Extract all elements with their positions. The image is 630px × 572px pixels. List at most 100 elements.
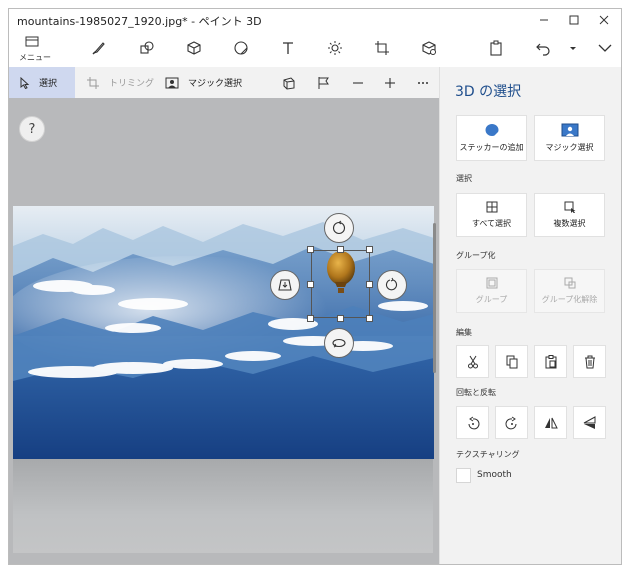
flag-icon xyxy=(318,76,329,89)
undo-icon xyxy=(536,43,550,56)
text-tool-button[interactable] xyxy=(274,35,302,61)
selection-subtoolbar: 選択 トリミング マジック選択 xyxy=(9,67,439,98)
main-toolbar: メニュー xyxy=(9,31,621,67)
stickers-icon xyxy=(234,41,248,55)
minimize-icon xyxy=(540,19,548,21)
minimize-button[interactable] xyxy=(529,9,559,31)
select-all-icon xyxy=(486,201,497,213)
resize-handle-top-left[interactable] xyxy=(307,246,314,253)
paste-icon xyxy=(545,354,556,368)
canvas-area[interactable]: ? xyxy=(9,98,439,564)
resize-handle-top[interactable] xyxy=(337,246,344,253)
ungroup-icon xyxy=(564,277,575,289)
add-sticker-button[interactable]: ステッカーの追加 xyxy=(456,115,527,161)
select-all-button[interactable]: すべて選択 xyxy=(456,193,527,237)
resize-handle-left[interactable] xyxy=(307,281,314,288)
group-button[interactable]: グループ xyxy=(456,269,527,313)
copy-button[interactable] xyxy=(495,345,528,378)
expand-chevron-icon xyxy=(598,44,612,52)
smooth-label: Smooth xyxy=(477,470,512,480)
expand-panel-button[interactable] xyxy=(591,35,619,61)
text-icon xyxy=(283,42,293,54)
3d-view-button[interactable] xyxy=(282,67,296,98)
resize-handle-bottom-right[interactable] xyxy=(366,315,373,322)
more-chevron-icon xyxy=(570,47,576,50)
push-depth-control[interactable] xyxy=(270,270,300,300)
selection-box[interactable] xyxy=(311,250,370,318)
2d-shapes-button[interactable] xyxy=(133,35,161,61)
rotate-right-button[interactable] xyxy=(495,406,528,439)
undo-button[interactable] xyxy=(529,35,557,61)
group-section-label: グループ化 xyxy=(456,251,496,260)
magic-select-tool-label: マジック選択 xyxy=(188,79,243,89)
resize-handle-bottom-left[interactable] xyxy=(307,315,314,322)
rotate-left-button[interactable] xyxy=(456,406,489,439)
add-sticker-label: ステッカーの追加 xyxy=(459,143,524,152)
3d-view-icon xyxy=(283,76,295,90)
depth-icon xyxy=(278,279,292,291)
rotate-x-control[interactable] xyxy=(324,328,354,358)
crop-tool-button[interactable]: トリミング xyxy=(87,67,154,98)
ungroup-button[interactable]: グループ化解除 xyxy=(534,269,605,313)
magic-select-tool-button[interactable]: マジック選択 xyxy=(165,67,242,98)
maximize-button[interactable] xyxy=(559,9,589,31)
rotate-y-control[interactable] xyxy=(377,270,407,300)
delete-button[interactable] xyxy=(573,345,606,378)
window-title: mountains-1985027_1920.jpg* - ペイント 3D xyxy=(17,15,262,28)
resize-handle-bottom[interactable] xyxy=(337,315,344,322)
trash-icon xyxy=(584,355,595,368)
stickers-button[interactable] xyxy=(227,35,255,61)
edit-section-label: 編集 xyxy=(456,328,472,337)
zoom-in-button[interactable] xyxy=(383,67,397,98)
select-tool-button[interactable]: 選択 xyxy=(9,67,75,98)
panel-magic-select-label: マジック選択 xyxy=(545,143,594,152)
magic-select-icon xyxy=(561,123,578,137)
brush-tool-button[interactable] xyxy=(85,35,113,61)
magic-select-icon xyxy=(165,77,179,88)
rotate-y-icon xyxy=(386,277,397,291)
flip-vertical-icon xyxy=(583,415,595,429)
rotate-left-icon xyxy=(468,416,479,429)
3d-select-panel: 3D の選択 ステッカーの追加 マジック選択 選択 すべて選択 複数選択 グルー… xyxy=(439,67,621,564)
2d-shapes-icon xyxy=(140,41,154,54)
paste-icon xyxy=(490,40,502,56)
menu-icon xyxy=(25,36,39,47)
ellipsis-icon xyxy=(418,81,428,84)
multi-select-button[interactable]: 複数選択 xyxy=(534,193,605,237)
ungroup-label: グループ化解除 xyxy=(541,295,598,304)
cursor-icon xyxy=(20,76,30,89)
effects-button[interactable] xyxy=(321,35,349,61)
menu-button[interactable] xyxy=(19,33,45,51)
zoom-out-button[interactable] xyxy=(351,67,365,98)
resize-handle-right[interactable] xyxy=(366,281,373,288)
flip-vertical-button[interactable] xyxy=(573,406,606,439)
mountain-image xyxy=(13,206,434,459)
canvas-button[interactable] xyxy=(368,35,396,61)
more-dropdown-button[interactable] xyxy=(565,35,581,61)
help-icon: ? xyxy=(28,121,36,137)
3d-shapes-button[interactable] xyxy=(180,35,208,61)
paste-button[interactable] xyxy=(482,35,510,61)
menu-label: メニュー xyxy=(19,53,51,62)
brush-icon xyxy=(92,42,105,55)
resize-handle-top-right[interactable] xyxy=(366,246,373,253)
cut-button[interactable] xyxy=(456,345,489,378)
panel-title: 3D の選択 xyxy=(455,84,522,100)
panel-paste-button[interactable] xyxy=(534,345,567,378)
crop-tool-label: トリミング xyxy=(109,79,155,89)
select-all-label: すべて選択 xyxy=(471,219,512,228)
more-options-button[interactable] xyxy=(416,67,430,98)
flip-horizontal-icon xyxy=(544,417,558,428)
panel-magic-select-button[interactable]: マジック選択 xyxy=(534,115,605,161)
smooth-checkbox[interactable] xyxy=(456,468,471,483)
help-button[interactable]: ? xyxy=(19,116,45,142)
close-icon xyxy=(599,15,609,25)
rotate-z-control[interactable] xyxy=(324,213,354,243)
close-button[interactable] xyxy=(589,9,619,31)
plus-icon xyxy=(385,77,395,88)
3d-library-button[interactable] xyxy=(415,35,443,61)
perspective-button[interactable] xyxy=(317,67,331,98)
texture-section-label: テクスチャリング xyxy=(456,450,520,459)
flip-horizontal-button[interactable] xyxy=(534,406,567,439)
vertical-scrollbar[interactable] xyxy=(433,223,436,373)
